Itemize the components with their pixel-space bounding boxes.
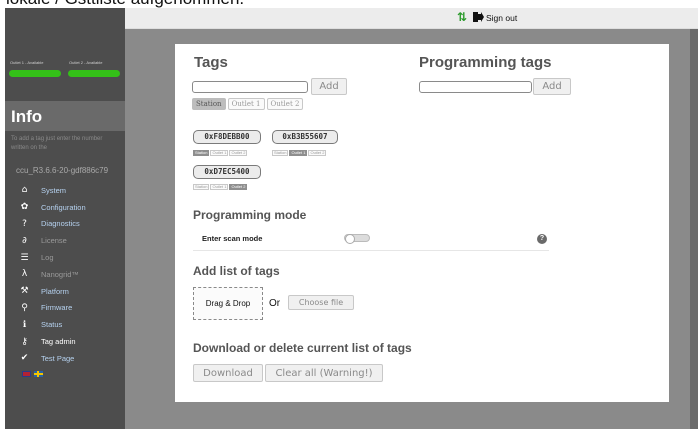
sign-out-icon[interactable] xyxy=(472,11,484,23)
sidebar-item-label: Nanogrid™ xyxy=(41,269,79,279)
mini-tab-outlet-2[interactable]: Outlet 2 xyxy=(308,150,327,156)
scan-mode-toggle[interactable] xyxy=(344,234,370,244)
tab-station[interactable]: Station xyxy=(192,98,226,110)
sidebar-item-log[interactable]: ☰ Log xyxy=(5,249,125,266)
question-icon: ? xyxy=(22,218,27,229)
tags-title: Tags xyxy=(194,54,228,71)
sidebar-item-test-page[interactable]: ✔ Test Page xyxy=(5,350,125,367)
sidebar-item-label: Status xyxy=(41,320,63,330)
tag-chip-0xB3B55607[interactable]: 0xB3B55607 xyxy=(272,130,338,144)
language-flags xyxy=(22,371,43,377)
sidebar-item-status[interactable]: ℹ Status xyxy=(5,316,125,333)
sweden-flag-icon[interactable] xyxy=(34,371,43,377)
page: lokale / Gsttliste aufgenommen. Outlet 1… xyxy=(0,0,698,429)
sidebar-item-system[interactable]: ⌂ System xyxy=(5,182,125,199)
or-label: Or xyxy=(269,298,281,309)
tab-outlet-1[interactable]: Outlet 1 xyxy=(227,98,265,110)
sidebar-item-firmware[interactable]: ⚲ Firmware xyxy=(5,300,125,317)
mini-tab-outlet-1[interactable]: Outlet 1 xyxy=(289,150,308,156)
firmware-icon: ⚲ xyxy=(21,302,28,313)
download-button[interactable]: Download xyxy=(193,364,263,382)
sidebar-item-nanogrid[interactable]: λ Nanogrid™ xyxy=(5,266,125,283)
sidebar: Outlet 1 - Available Outlet 2 - Availabl… xyxy=(5,8,125,429)
tag-admin-card: Tags Add Station Outlet 1 Outlet 2 Progr… xyxy=(175,44,669,402)
programming-tag-input[interactable] xyxy=(419,81,532,93)
clear-all-button[interactable]: Clear all (Warning!) xyxy=(265,364,383,382)
drag-drop-zone[interactable]: Drag & Drop xyxy=(193,287,263,320)
sidebar-item-label: License xyxy=(41,236,67,246)
tag-input[interactable] xyxy=(192,81,308,93)
add-list-title: Add list of tags xyxy=(193,264,280,278)
sidebar-item-label: Log xyxy=(41,253,54,263)
sidebar-item-diagnostics[interactable]: ? Diagnostics xyxy=(5,216,125,233)
sidebar-item-configuration[interactable]: ✿ Configuration xyxy=(5,199,125,216)
info-title: Info xyxy=(11,107,43,126)
mini-tab-station[interactable]: Station xyxy=(193,150,210,156)
top-bar xyxy=(125,8,698,29)
tab-outlet-2[interactable]: Outlet 2 xyxy=(266,98,304,110)
outlet-status: Outlet 1 - Available Outlet 2 - Availabl… xyxy=(5,60,125,77)
gear-icon: ✿ xyxy=(20,202,29,213)
info-icon: ℹ xyxy=(22,319,27,330)
sidebar-item-label: Tag admin xyxy=(41,337,76,347)
mini-tab-station[interactable]: Station xyxy=(272,150,289,156)
help-icon[interactable]: ? xyxy=(537,234,547,244)
sidebar-item-label: Platform xyxy=(41,286,69,296)
mini-tab-station[interactable]: Station xyxy=(193,184,210,190)
sidebar-item-license[interactable]: ∂ License xyxy=(5,232,125,249)
info-hint: To add a tag just enter the number writt… xyxy=(11,136,103,151)
check-icon: ✔ xyxy=(20,353,29,364)
sort-arrows-icon[interactable]: ⇅ xyxy=(457,11,467,23)
scan-mode-label: Enter scan mode xyxy=(202,234,263,243)
tag-chip-3-outlets: Station Outlet 1 Outlet 2 xyxy=(193,184,248,190)
right-strip xyxy=(690,29,698,429)
mini-tab-outlet-2[interactable]: Outlet 2 xyxy=(229,150,248,156)
nanogrid-icon: λ xyxy=(21,269,28,280)
programming-tags-title: Programming tags xyxy=(419,54,552,71)
download-title: Download or delete current list of tags xyxy=(193,341,412,355)
programming-mode-title: Programming mode xyxy=(193,208,307,222)
list-icon: ☰ xyxy=(20,252,29,263)
outlet-2-label: Outlet 2 - Available xyxy=(69,60,103,65)
tag-chip-0xD7EC5400[interactable]: 0xD7EC5400 xyxy=(193,165,261,179)
sidebar-item-label: System xyxy=(41,185,67,195)
outlet-1-label: Outlet 1 - Available xyxy=(10,60,44,65)
tag-chip-1-outlets: Station Outlet 1 Outlet 2 xyxy=(193,150,248,156)
tag-outlet-tabs: Station Outlet 1 Outlet 2 xyxy=(192,98,304,110)
mini-tab-outlet-1[interactable]: Outlet 1 xyxy=(210,150,229,156)
sign-out-link[interactable]: Sign out xyxy=(486,13,517,23)
home-icon: ⌂ xyxy=(21,185,28,196)
lock-icon: ∂ xyxy=(22,235,27,246)
key-icon: ⚷ xyxy=(21,336,28,347)
add-programming-tag-button[interactable]: Add xyxy=(533,78,571,95)
outlet-2-status-bar xyxy=(68,70,120,77)
sidebar-item-tag-admin[interactable]: ⚷ Tag admin xyxy=(5,333,125,350)
divider xyxy=(193,250,549,251)
mini-tab-outlet-1[interactable]: Outlet 1 xyxy=(210,184,229,190)
sidebar-item-label: Configuration xyxy=(41,202,86,212)
mini-tab-outlet-2[interactable]: Outlet 2 xyxy=(229,184,248,190)
outlet-1-status-bar xyxy=(9,70,61,77)
add-tag-button[interactable]: Add xyxy=(311,78,347,95)
wrench-icon: ⚒ xyxy=(20,286,29,297)
sidebar-item-label: Firmware xyxy=(41,303,73,313)
version-label: ccu_R3.6.6-20-gdf886c79 xyxy=(16,166,109,175)
sidebar-item-label: Diagnostics xyxy=(41,219,80,229)
sidebar-item-platform[interactable]: ⚒ Platform xyxy=(5,283,125,300)
sidebar-nav: ⌂ System ✿ Configuration? Diagnostics ∂ Licens… xyxy=(5,182,125,367)
caption-text: lokale / Gsttliste aufgenommen. xyxy=(6,0,244,8)
tag-chip-2-outlets: Station Outlet 1 Outlet 2 xyxy=(272,150,327,156)
uk-flag-icon[interactable] xyxy=(22,371,31,377)
tag-chip-0xF8DEBB00[interactable]: 0xF8DEBB00 xyxy=(193,130,261,144)
choose-file-button[interactable]: Choose file xyxy=(288,295,354,310)
caption-strip: lokale / Gsttliste aufgenommen. xyxy=(0,0,698,8)
sidebar-item-label: Test Page xyxy=(41,353,75,363)
